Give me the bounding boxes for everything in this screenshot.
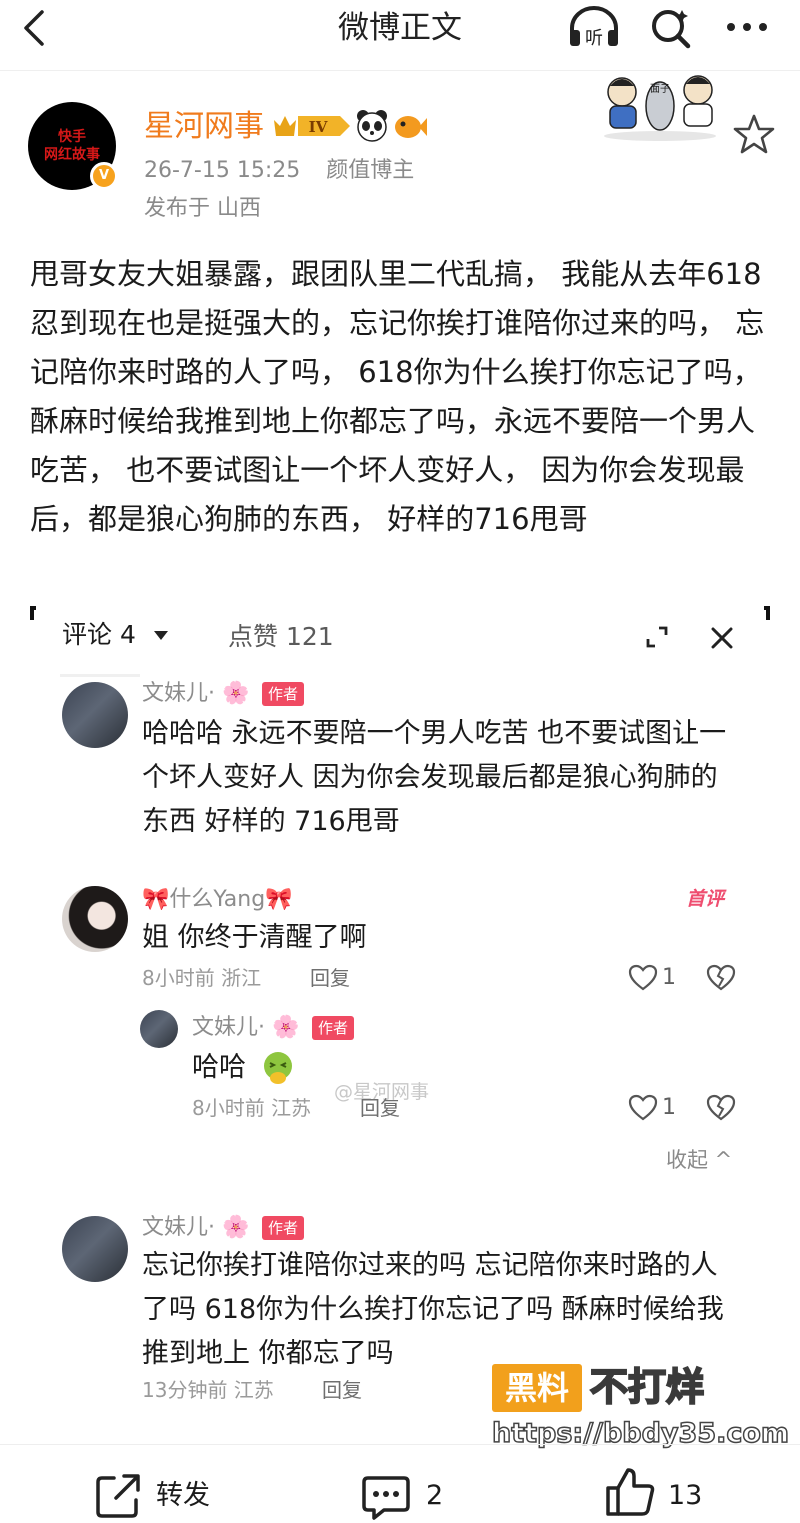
avatar-logo-text: 快手 网红故事 [44,129,100,163]
like-count-total[interactable]: 13 [668,1478,702,1514]
commenter-name[interactable]: 🎀什么Yang🎀 [142,886,293,914]
collapse-replies-button[interactable]: 收起 ^ [666,1146,732,1174]
level-crown-badge-icon: IV [274,116,350,136]
level-badge-text: IV [309,118,328,136]
like-count: 1 [662,965,676,990]
tab-likes[interactable]: 点赞 121 [228,620,334,654]
post-text: 甩哥女友大姐暴露，跟团队里二代乱搞， 我能从去年618忍到现在也是挺强大的，忘记… [30,257,765,536]
broken-heart-icon[interactable] [706,964,736,992]
favorite-star-icon[interactable] [732,112,776,156]
commenter-name[interactable]: 文妹儿· [142,680,215,708]
heart-like-icon[interactable] [628,964,658,992]
author-tag: 作者 [262,682,305,706]
repost-label[interactable]: 转发 [156,1478,210,1514]
comment-count[interactable]: 2 [426,1478,443,1514]
author-name[interactable]: 星河网事 [144,108,264,146]
author-tag: 作者 [312,1016,355,1040]
flower-emoji-icon: 🌸 [272,1015,300,1040]
reply-avatar[interactable] [140,1010,178,1048]
panel-corner-left [30,606,36,620]
commenter-name[interactable]: 文妹儿· [142,1214,215,1242]
vomit-emoji-icon [264,1052,292,1084]
flower-emoji-icon: 🌸 [222,1215,250,1240]
site-watermark-text: 不打烊 [589,1364,705,1410]
comment-time-location: 8小时前 江苏 [192,1096,312,1120]
svg-text:面子: 面子 [650,83,670,95]
author-tag: 作者 [262,1216,305,1240]
panel-corner-right [764,606,770,620]
broken-heart-icon[interactable] [706,1094,736,1122]
fish-badge-icon [395,116,427,138]
post-meta: 26-7-15 15:25 颜值博主 [144,156,414,186]
post-location: 发布于 山西 [144,196,261,221]
cartoon-characters-sticker: 面子 [604,75,716,141]
comment-time-location: 13分钟前 江苏 [142,1378,274,1402]
search-icon[interactable] [648,6,694,50]
post-date: 26-7-15 15:25 [144,158,301,183]
listen-headphones-icon[interactable]: 听 [566,4,622,50]
expand-icon[interactable] [644,624,670,650]
site-watermark-logo: 黑料 [492,1364,582,1412]
tab-indicator [60,674,140,677]
heart-like-icon[interactable] [628,1094,658,1122]
repost-icon[interactable] [92,1470,144,1522]
top-bar: 微博正文 听 [0,0,800,62]
bottom-divider [0,1444,800,1445]
flower-emoji-icon: 🌸 [222,681,250,706]
comment-bubble-icon[interactable] [360,1470,412,1522]
verified-badge-icon: V [90,162,118,190]
like-count: 1 [662,1095,676,1120]
more-options-icon[interactable] [722,10,772,44]
comment-text: 姐 你终于清醒了啊 [142,922,367,953]
commenter-name[interactable]: 文妹儿· [192,1014,265,1042]
author-role: 颜值博主 [326,158,415,183]
reply-text: 哈哈 [192,1052,246,1083]
reply-button[interactable]: 回复 [322,1376,362,1404]
commenter-avatar[interactable] [62,1216,128,1282]
chevron-down-icon[interactable] [152,628,170,642]
reply-button[interactable]: 回复 [310,964,350,992]
commenter-avatar[interactable] [62,886,128,952]
top-divider [0,70,800,71]
first-comment-badge: 首评 [686,888,725,910]
comment-text: 哈哈哈 永远不要陪一个男人吃苦 也不要试图让一个坏人变好人 因为你会发现最后都是… [142,718,727,837]
commenter-avatar[interactable] [62,682,128,748]
comment-time-location: 8小时前 浙江 [142,966,262,990]
listen-label: 听 [585,28,603,49]
panda-badge-icon [357,110,387,142]
tab-comments[interactable]: 评论 4 [62,618,136,652]
thumbs-up-icon[interactable] [604,1466,656,1518]
close-icon[interactable] [708,624,736,652]
reply-button[interactable]: 回复 [360,1094,400,1122]
comment-text: 忘记你挨打谁陪你过来的吗 忘记陪你来时路的人了吗 618你为什么挨打你忘记了吗 … [142,1250,724,1369]
site-watermark-url: https://bbdy35.com [491,1417,790,1450]
